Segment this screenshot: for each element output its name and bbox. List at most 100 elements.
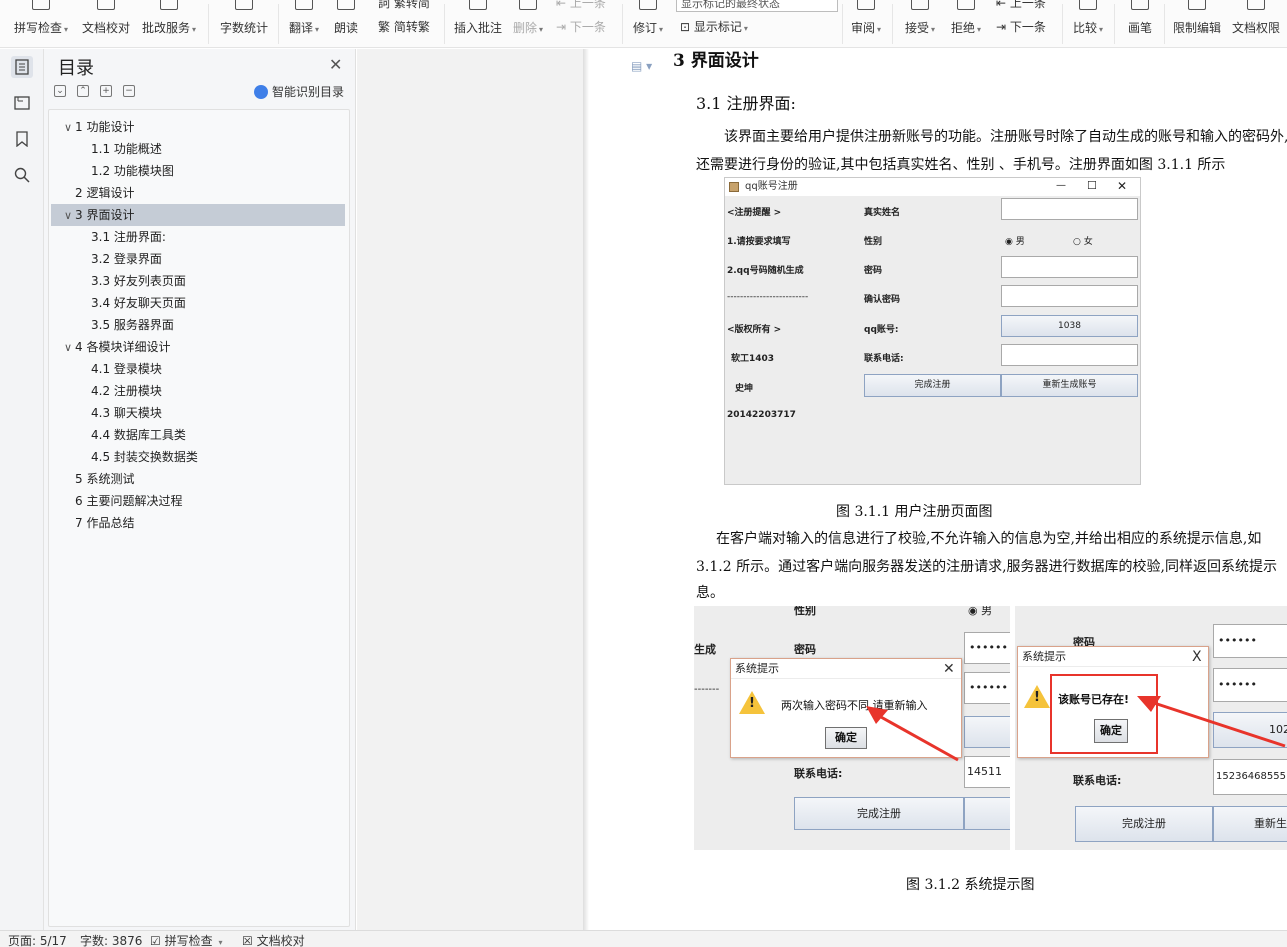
prev-change-button[interactable]: ⇤ 上一条 xyxy=(996,0,1046,11)
prev-comment-button[interactable]: ⇤ 上一条 xyxy=(556,0,606,11)
document-page[interactable]: ▤ ▾ 3 界面设计 3.1 注册界面: 该界面主要给用户提供注册新账号的功能。… xyxy=(589,49,1287,930)
toc-item[interactable]: 4.2 注册模块 xyxy=(51,380,347,402)
qq-number-display xyxy=(964,716,1010,748)
left-icon-bar xyxy=(0,49,44,930)
checkbox-icon: ☑ xyxy=(150,934,161,947)
toc-item[interactable]: 3.1 注册界面: xyxy=(51,226,347,248)
word-count-button[interactable]: 字数统计 xyxy=(218,0,270,47)
show-markup-button[interactable]: ⊡ 显示标记 ▾ xyxy=(680,18,748,35)
toc-item[interactable]: 1.2 功能模块图 xyxy=(51,160,347,182)
red-arrow xyxy=(866,706,959,762)
body-text: 还需要进行身份的验证,其中包括真实姓名、性别 、手机号。注册界面如图 3.1.1… xyxy=(696,157,1226,173)
toc-item[interactable]: 3.5 服务器界面 xyxy=(51,314,347,336)
toc-panel-icon[interactable] xyxy=(11,56,33,78)
spell-check-toggle[interactable]: ☑ 拼写检查 ▾ xyxy=(150,934,222,947)
expand-level-icon[interactable]: ⌃ xyxy=(77,85,89,97)
bookmark-icon[interactable] xyxy=(11,128,33,150)
toc-item[interactable]: 3.4 好友聊天页面 xyxy=(51,292,347,314)
collapse-all-icon[interactable]: ⌄ xyxy=(54,85,66,97)
toc-item[interactable]: 5 系统测试 xyxy=(51,468,347,490)
figure-register-window: qq账号注册 — ☐ ✕ <注册提醒 > 1.请按要求填写 2.qq号码随机生成… xyxy=(724,177,1141,485)
dialog-ok-button: 确定 xyxy=(1094,719,1128,743)
close-icon: ✕ xyxy=(1117,179,1128,193)
compare-button[interactable]: 比较 ▾ xyxy=(1070,0,1106,47)
read-aloud-button[interactable]: 朗读 xyxy=(332,0,360,47)
remove-entry-icon[interactable]: − xyxy=(123,85,135,97)
name-input xyxy=(1001,198,1138,220)
gender-label: 性别 xyxy=(864,237,883,247)
doc-proof-toggle[interactable]: ☒ 文档校对 xyxy=(242,934,305,947)
password-input: •••••• xyxy=(1213,624,1287,658)
delete-comment-button[interactable]: 删除 ▾ xyxy=(510,0,546,47)
dashes: ------- xyxy=(694,684,720,695)
confirm-password-input: •••••• xyxy=(964,672,1010,704)
batch-service-button[interactable]: 批改服务 ▾ xyxy=(140,0,198,47)
body-text: 该界面主要给用户提供注册新账号的功能。注册账号时除了自动生成的账号和输入的密码外… xyxy=(724,129,1287,145)
accept-button[interactable]: 接受 ▾ xyxy=(902,0,938,47)
figure-password-mismatch: 性别 ◉ 男 生成 密码 •••••• ------- •••••• 联系电话:… xyxy=(694,606,1010,850)
regenerate-account-button xyxy=(964,797,1010,830)
simp-to-trad-button[interactable]: 繁 简转繁 xyxy=(378,18,430,35)
dashes: ------------------------- xyxy=(727,292,809,302)
doc-permission-button[interactable]: 文档权限 xyxy=(1230,0,1282,47)
markup-mode-select[interactable]: 显示标记的最终状态 xyxy=(676,0,838,12)
class-label: 软工1403 xyxy=(731,354,775,364)
regenerate-account-button: 重新生成 xyxy=(1213,806,1287,842)
revise-button[interactable]: 修订 ▾ xyxy=(630,0,666,47)
spell-check-button[interactable]: 拼写检查 ▾ xyxy=(12,0,70,47)
smart-toc-button[interactable]: 智能识别目录 xyxy=(254,83,344,100)
password-label: 密码 xyxy=(794,643,816,656)
chevron-down-icon[interactable]: ∨ xyxy=(61,205,75,227)
search-icon[interactable] xyxy=(11,164,33,186)
word-count-icon xyxy=(235,0,253,10)
toc-item[interactable]: 4.5 封装交换数据类 xyxy=(51,446,347,468)
page-indicator[interactable]: 页面: 5/17 xyxy=(8,934,67,947)
ribbon-divider xyxy=(444,4,445,44)
smart-toc-icon xyxy=(254,84,268,99)
reject-button[interactable]: 拒绝 ▾ xyxy=(948,0,984,47)
chevron-down-icon[interactable]: ∨ xyxy=(61,117,75,139)
toc-item[interactable]: ∨ 1 功能设计 xyxy=(51,116,347,138)
close-icon[interactable]: ✕ xyxy=(329,55,342,74)
toc-title: 目录 xyxy=(58,58,94,79)
doc-proof-button[interactable]: 文档校对 xyxy=(80,0,132,47)
figure-account-exists: 密码 •••••• •••••• 102 联系电话: 15236468555 完… xyxy=(1015,606,1287,850)
chevron-down-icon[interactable]: ∨ xyxy=(61,337,75,359)
trad-to-simp-button[interactable]: 詞 繁转简 xyxy=(378,0,430,11)
gen-fragment: 生成 xyxy=(694,643,716,656)
toc-item[interactable]: 3.3 好友列表页面 xyxy=(51,270,347,292)
reject-icon xyxy=(957,0,975,10)
toc-item[interactable]: 4.4 数据库工具类 xyxy=(51,424,347,446)
translate-button[interactable]: 翻译 ▾ xyxy=(286,0,322,47)
toc-item[interactable]: 4.3 聊天模块 xyxy=(51,402,347,424)
next-comment-button[interactable]: ⇥ 下一条 xyxy=(556,18,606,35)
restrict-edit-button[interactable]: 限制编辑 xyxy=(1170,0,1224,47)
toc-item[interactable]: 1.1 功能概述 xyxy=(51,138,347,160)
toc-item[interactable]: 7 作品总结 xyxy=(51,512,347,534)
review-button[interactable]: 审阅 ▾ xyxy=(848,0,884,47)
toc-item[interactable]: 6 主要问题解决过程 xyxy=(51,490,347,512)
toc-panel: 目录 ✕ ⌄ ⌃ + − 智能识别目录 ∨ 1 功能设计 1.1 功能概述 1.2… xyxy=(44,49,356,930)
review-icon xyxy=(857,0,875,10)
toc-item[interactable]: 2 逻辑设计 xyxy=(51,182,347,204)
minimize-icon: — xyxy=(1056,180,1066,191)
insert-comment-button[interactable]: 插入批注 xyxy=(452,0,504,47)
confirm-password-label: 确认密码 xyxy=(864,295,901,305)
navigation-tree-icon[interactable] xyxy=(11,92,33,114)
student-id-label: 20142203717 xyxy=(727,410,796,420)
toc-item-selected[interactable]: ∨ 3 界面设计 xyxy=(51,204,345,226)
toc-item[interactable]: 3.2 登录界面 xyxy=(51,248,347,270)
pen-button[interactable]: 画笔 xyxy=(1124,0,1156,47)
compare-icon xyxy=(1079,0,1097,10)
toc-item[interactable]: ∨ 4 各模块详细设计 xyxy=(51,336,347,358)
add-entry-icon[interactable]: + xyxy=(100,85,112,97)
next-change-button[interactable]: ⇥ 下一条 xyxy=(996,18,1046,35)
paragraph-handle-icon[interactable]: ▤ ▾ xyxy=(631,59,652,73)
qq-number-display: 1038 xyxy=(1001,315,1138,337)
close-icon: ✕ xyxy=(943,661,955,677)
password-input: •••••• xyxy=(964,632,1010,664)
toc-item[interactable]: 4.1 登录模块 xyxy=(51,358,347,380)
word-count-indicator[interactable]: 字数: 3876 xyxy=(80,934,142,947)
dialog-title: 系统提示 xyxy=(1018,647,1208,667)
ribbon-toolbar: 拼写检查 ▾ 文档校对 批改服务 ▾ 字数统计 翻译 ▾ 朗读 詞 繁转简 繁 简转繁… xyxy=(0,0,1287,48)
